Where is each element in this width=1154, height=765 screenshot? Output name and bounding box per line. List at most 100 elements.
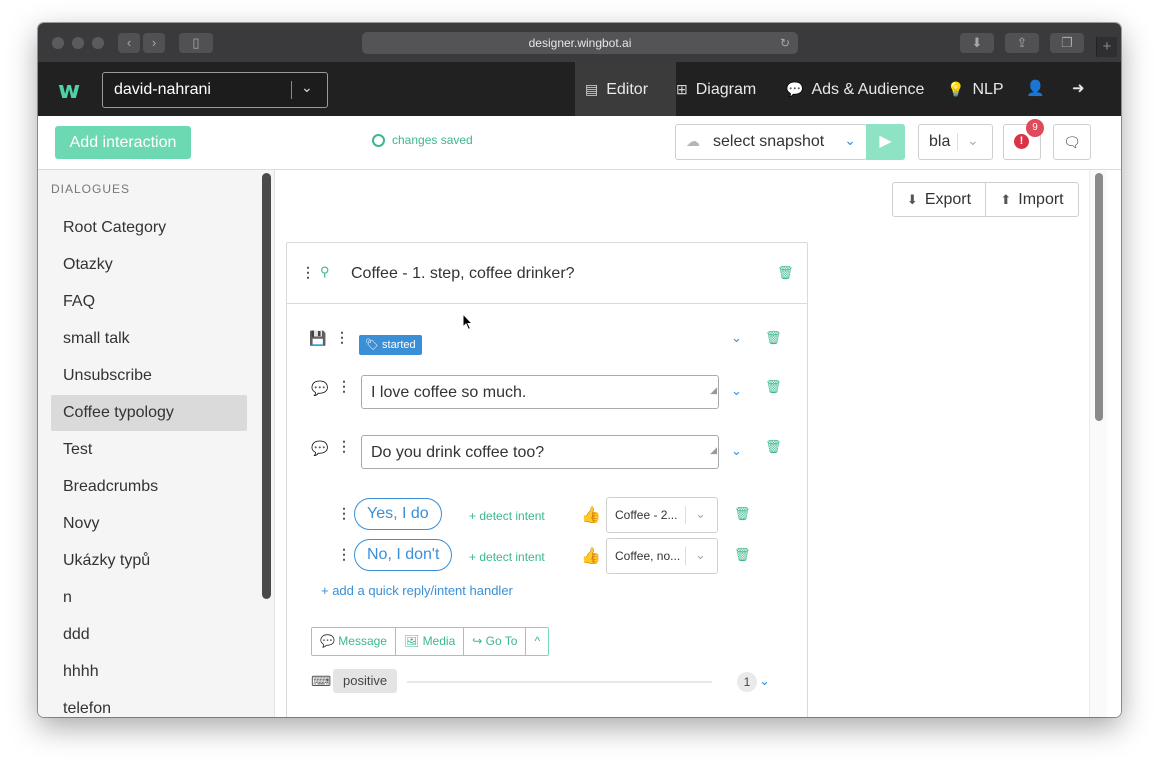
- detect-intent-link[interactable]: + detect intent: [469, 509, 545, 523]
- address-bar[interactable]: designer.wingbot.ai ↻: [362, 32, 798, 54]
- sidebar-item-n[interactable]: n: [51, 580, 247, 616]
- import-button[interactable]: ⬆ Import: [985, 182, 1079, 217]
- sidebar-item-breadcrumbs[interactable]: Breadcrumbs: [51, 469, 247, 505]
- add-quick-reply-link[interactable]: + add a quick reply/intent handler: [321, 583, 513, 598]
- export-button[interactable]: ⬇ Export: [892, 182, 986, 217]
- nav-ads-label: Ads & Audience: [811, 81, 925, 98]
- interaction-title[interactable]: Coffee - 1. step, coffee drinker?: [351, 265, 575, 283]
- trash-icon[interactable]: 🗑: [765, 330, 782, 346]
- minimize-window-button[interactable]: [72, 37, 84, 49]
- sidebar-item-hhhh[interactable]: hhhh: [51, 654, 247, 690]
- sidebar-item-root-category[interactable]: Root Category: [51, 210, 247, 246]
- more-options-button[interactable]: ^: [526, 628, 548, 655]
- nav-nlp[interactable]: 💡 NLP: [947, 62, 1004, 116]
- main-scrollbar[interactable]: [1095, 173, 1103, 421]
- close-window-button[interactable]: [52, 37, 64, 49]
- quick-reply-button[interactable]: Yes, I do: [354, 498, 442, 530]
- sidebar-item-test[interactable]: Test: [51, 432, 247, 468]
- new-tab-button[interactable]: +: [1096, 37, 1117, 57]
- save-status: changes saved: [372, 133, 473, 147]
- sidebar-toggle-icon[interactable]: ▯: [179, 33, 213, 53]
- share-icon[interactable]: ⇪: [1005, 33, 1039, 53]
- chevron-down-icon: ⌄: [844, 132, 856, 148]
- back-button[interactable]: ‹: [118, 33, 140, 53]
- thumbs-up-icon[interactable]: 👍: [581, 505, 601, 525]
- drag-handle-icon[interactable]: ⋮: [337, 505, 351, 522]
- drag-handle-icon[interactable]: ⋮: [337, 378, 351, 395]
- message-text-input[interactable]: I love coffee so much. ◢: [361, 375, 719, 409]
- message-text: Do you drink coffee too?: [371, 444, 545, 461]
- sidebar-item-ddd[interactable]: ddd: [51, 617, 247, 653]
- chat-icon[interactable]: 🗨: [1053, 124, 1091, 160]
- message-text-input[interactable]: Do you drink coffee too? ◢: [361, 435, 719, 469]
- quick-reply-button[interactable]: No, I don't: [354, 539, 453, 571]
- add-goto-button[interactable]: ↪ Go To: [464, 628, 527, 655]
- speech-bubble-icon: 💬: [311, 440, 329, 456]
- sidebar-item-faq[interactable]: FAQ: [51, 284, 247, 320]
- interaction-card: ⋮ ⚲ Coffee - 1. step, coffee drinker? 🗑 …: [286, 242, 808, 717]
- dialogues-sidebar: DIALOGUES Root Category Otazky FAQ small…: [38, 170, 274, 717]
- zoom-window-button[interactable]: [92, 37, 104, 49]
- thumbs-up-icon[interactable]: 👍: [581, 546, 601, 566]
- intent-pill[interactable]: positive: [333, 669, 398, 693]
- logout-icon[interactable]: ➜: [1072, 62, 1085, 116]
- drag-handle-icon[interactable]: ⋮: [301, 264, 315, 281]
- divider: [685, 547, 686, 565]
- user-icon[interactable]: 👤: [1026, 62, 1045, 116]
- intent-threshold-slider[interactable]: [407, 681, 712, 683]
- add-message-button[interactable]: 💬 Message: [312, 628, 396, 655]
- sidebar-item-unsubscribe[interactable]: Unsubscribe: [51, 358, 247, 394]
- save-icon[interactable]: 💾: [309, 330, 326, 347]
- app-navbar: w david-nahrani ⌄ ▤ Editor ⊞ Diagram 💬 Ads …: [38, 62, 1121, 116]
- sidebar-item-novy[interactable]: Novy: [51, 506, 247, 542]
- sidebar-scrollbar[interactable]: [262, 173, 271, 599]
- drag-handle-icon[interactable]: ⋮: [335, 329, 349, 346]
- environment-select[interactable]: bla ⌄: [918, 124, 993, 160]
- target-interaction-select[interactable]: Coffee - 2... ⌄: [606, 497, 718, 533]
- download-icon[interactable]: ⬇: [960, 33, 994, 53]
- add-interaction-button[interactable]: Add interaction: [55, 126, 191, 159]
- sitemap-icon: ⊞: [676, 81, 688, 97]
- chevron-down-icon[interactable]: ⌄: [731, 443, 742, 459]
- forward-button[interactable]: ›: [143, 33, 165, 53]
- chevron-down-icon[interactable]: ⌄: [731, 330, 742, 346]
- tabs-overview-icon[interactable]: ❐: [1050, 33, 1084, 53]
- add-media-button[interactable]: 🖼 Media: [396, 628, 465, 655]
- trash-icon[interactable]: 🗑: [777, 265, 794, 281]
- editor-toolbar: Add interaction changes saved ☁ select s…: [38, 116, 1121, 170]
- sidebar-item-telefon[interactable]: telefon: [51, 691, 247, 717]
- comment-icon: 💬: [786, 81, 804, 97]
- detect-intent-link[interactable]: + detect intent: [469, 550, 545, 564]
- drag-handle-icon[interactable]: ⋮: [337, 546, 351, 563]
- sidebar-item-small-talk[interactable]: small talk: [51, 321, 247, 357]
- wingbot-logo[interactable]: w: [58, 76, 80, 104]
- reload-icon[interactable]: ↻: [780, 32, 790, 54]
- sidebar-item-otazky[interactable]: Otazky: [51, 247, 247, 283]
- trash-icon[interactable]: 🗑: [734, 547, 751, 563]
- bot-selector-value: david-nahrani: [114, 81, 211, 98]
- nav-diagram-label: Diagram: [695, 81, 757, 98]
- chevron-down-icon[interactable]: ⌄: [759, 673, 770, 689]
- sidebar-item-ukazky-typu[interactable]: Ukázky typů: [51, 543, 247, 579]
- tag-started[interactable]: 🏷 started: [359, 335, 422, 355]
- chevron-down-icon[interactable]: ⌄: [731, 383, 742, 399]
- chevron-down-icon: ⌄: [301, 79, 313, 95]
- resize-grip-icon[interactable]: ◢: [701, 433, 717, 467]
- trash-icon[interactable]: 🗑: [734, 506, 751, 522]
- trash-icon[interactable]: 🗑: [765, 379, 782, 395]
- nav-diagram[interactable]: ⊞ Diagram: [676, 62, 756, 116]
- deploy-play-button[interactable]: ▶: [866, 124, 905, 160]
- bot-selector[interactable]: david-nahrani ⌄: [102, 72, 328, 108]
- resize-grip-icon[interactable]: ◢: [701, 373, 717, 407]
- snapshot-select[interactable]: ☁ select snapshot ⌄: [675, 124, 867, 160]
- nav-ads-audience[interactable]: 💬 Ads & Audience: [786, 62, 924, 116]
- divider: [957, 133, 958, 151]
- drag-handle-icon[interactable]: ⋮: [337, 438, 351, 455]
- trash-icon[interactable]: 🗑: [765, 439, 782, 455]
- lightbulb-icon: 💡: [947, 81, 965, 97]
- alerts-button[interactable]: ! 9: [1003, 119, 1044, 160]
- sidebar-item-coffee-typology[interactable]: Coffee typology: [51, 395, 247, 431]
- target-interaction-select[interactable]: Coffee, no... ⌄: [606, 538, 718, 574]
- link-icon[interactable]: ⚲: [320, 264, 330, 280]
- nav-editor[interactable]: ▤ Editor: [575, 62, 676, 116]
